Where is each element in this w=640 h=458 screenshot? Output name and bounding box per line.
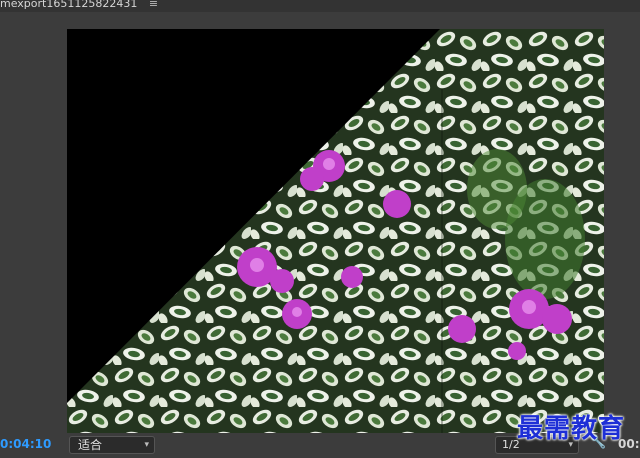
zoom-fit-dropdown[interactable]: 适合 ▾ (69, 436, 155, 454)
frame-image (67, 29, 604, 433)
program-monitor-viewer[interactable] (67, 29, 604, 433)
watermark-logo: 最需教育 (517, 414, 626, 444)
sequence-tab[interactable]: mexport1651125822431 ≡ (0, 0, 158, 11)
zoom-fit-label: 适合 (78, 438, 103, 452)
sequence-tab-title: mexport1651125822431 (0, 0, 138, 10)
panel-tab-strip: mexport1651125822431 ≡ (0, 0, 640, 12)
playhead-timecode[interactable]: 0:04:10 (0, 437, 51, 451)
hamburger-menu-icon[interactable]: ≡ (149, 0, 158, 11)
chevron-down-icon: ▾ (144, 440, 149, 450)
